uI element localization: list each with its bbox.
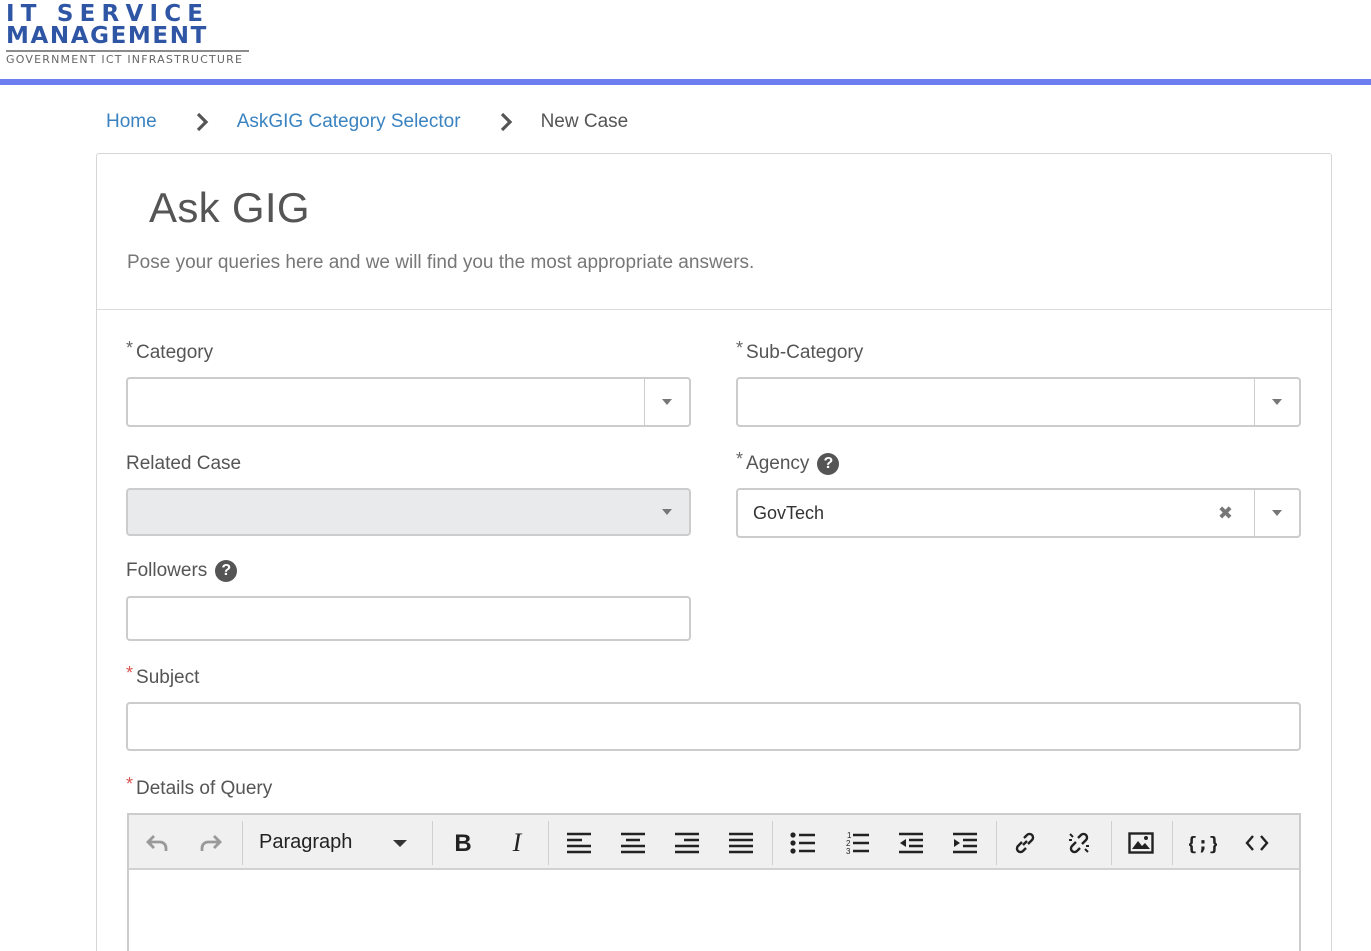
- editor-content-area[interactable]: [129, 870, 1299, 951]
- chevron-right-icon: [195, 112, 209, 132]
- page-subtitle: Pose your queries here and we will find …: [127, 252, 755, 273]
- svg-text:3: 3: [846, 847, 851, 856]
- italic-icon[interactable]: I: [495, 815, 539, 870]
- link-icon[interactable]: [1003, 815, 1047, 870]
- form-header: Ask GIG Pose your queries here and we wi…: [97, 154, 1331, 310]
- code-sample-icon[interactable]: {;}: [1181, 815, 1225, 870]
- required-marker: *: [126, 662, 134, 683]
- category-select[interactable]: [126, 377, 691, 427]
- followers-label-text: Followers: [126, 560, 208, 581]
- chevron-down-icon[interactable]: [1255, 490, 1299, 536]
- required-marker: *: [126, 337, 134, 358]
- agency-value: GovTech: [753, 503, 825, 523]
- source-code-icon[interactable]: [1235, 815, 1279, 870]
- unlink-icon[interactable]: [1057, 815, 1101, 870]
- logo-divider: [6, 50, 249, 52]
- block-format-value: Paragraph: [259, 831, 353, 853]
- related-case-select: [126, 488, 691, 536]
- toolbar-separator: [1111, 821, 1112, 865]
- align-right-icon[interactable]: [665, 815, 709, 870]
- header-accent-bar: [0, 79, 1371, 85]
- question-circle-icon[interactable]: ?: [215, 560, 238, 582]
- subject-label: * Subject: [126, 663, 200, 689]
- toolbar-separator: [242, 821, 243, 865]
- redo-icon[interactable]: [189, 815, 233, 870]
- site-header: IT SERVICE MANAGEMENT GOVERNMENT ICT INF…: [0, 0, 1371, 86]
- breadcrumb-home[interactable]: Home: [106, 111, 157, 133]
- question-circle-icon[interactable]: ?: [817, 453, 840, 475]
- chevron-down-icon: [645, 490, 689, 534]
- caret-down-icon: [393, 840, 407, 847]
- chevron-right-icon: [499, 112, 513, 132]
- followers-input[interactable]: [126, 596, 691, 641]
- category-label: * Category: [126, 338, 214, 364]
- subject-input[interactable]: [126, 702, 1301, 751]
- toolbar-separator: [1172, 821, 1173, 865]
- category-label-text: Category: [136, 342, 214, 363]
- block-format-dropdown[interactable]: Paragraph: [259, 815, 419, 870]
- numbered-list-icon[interactable]: 123: [835, 815, 879, 870]
- chevron-down-icon[interactable]: [645, 379, 689, 425]
- agency-label: * Agency ?: [736, 449, 840, 475]
- indent-icon[interactable]: [943, 815, 987, 870]
- svg-text:B: B: [454, 831, 471, 855]
- agency-label-text: Agency: [746, 453, 810, 474]
- chevron-down-icon[interactable]: [1255, 379, 1299, 425]
- breadcrumb-current: New Case: [540, 111, 629, 132]
- breadcrumb: Home AskGIG Category Selector New Case: [106, 108, 628, 136]
- subject-label-text: Subject: [136, 667, 200, 688]
- align-left-icon[interactable]: [557, 815, 601, 870]
- bullet-list-icon[interactable]: [781, 815, 825, 870]
- rich-text-editor: Paragraph B I 123 ;: [127, 813, 1301, 951]
- itsm-logo[interactable]: IT SERVICE MANAGEMENT GOVERNMENT ICT INF…: [6, 3, 250, 66]
- toolbar-separator: [432, 821, 433, 865]
- page-title: Ask GIG: [149, 184, 310, 231]
- agency-select[interactable]: GovTech ✖: [736, 488, 1301, 538]
- logo-subtitle: GOVERNMENT ICT INFRASTRUCTURE: [6, 53, 244, 66]
- required-marker: *: [126, 773, 134, 794]
- required-marker: *: [736, 448, 744, 469]
- related-case-label: Related Case: [126, 453, 241, 475]
- details-label: * Details of Query: [126, 774, 273, 800]
- logo-title-line1: IT SERVICE: [6, 1, 210, 27]
- bold-icon[interactable]: B: [441, 815, 485, 870]
- sub-category-label: * Sub-Category: [736, 338, 864, 364]
- align-justify-icon[interactable]: [719, 815, 763, 870]
- details-label-text: Details of Query: [136, 778, 273, 799]
- followers-label: Followers ?: [126, 560, 238, 582]
- image-icon[interactable]: [1119, 815, 1163, 870]
- toolbar-separator: [548, 821, 549, 865]
- breadcrumb-category-selector[interactable]: AskGIG Category Selector: [237, 111, 461, 133]
- editor-toolbar: Paragraph B I 123 ;: [129, 815, 1299, 870]
- related-case-label-text: Related Case: [126, 453, 242, 474]
- clear-icon[interactable]: ✖: [1218, 490, 1233, 536]
- undo-icon[interactable]: [135, 815, 179, 870]
- sub-category-label-text: Sub-Category: [746, 342, 864, 363]
- svg-text:{;}: {;}: [1189, 833, 1217, 855]
- outdent-icon[interactable]: [889, 815, 933, 870]
- svg-text:I: I: [512, 831, 523, 855]
- required-marker: *: [736, 337, 744, 358]
- sub-category-select[interactable]: [736, 377, 1301, 427]
- toolbar-separator: [772, 821, 773, 865]
- align-center-icon[interactable]: [611, 815, 655, 870]
- logo-title-line2: MANAGEMENT: [6, 23, 208, 49]
- toolbar-separator: [996, 821, 997, 865]
